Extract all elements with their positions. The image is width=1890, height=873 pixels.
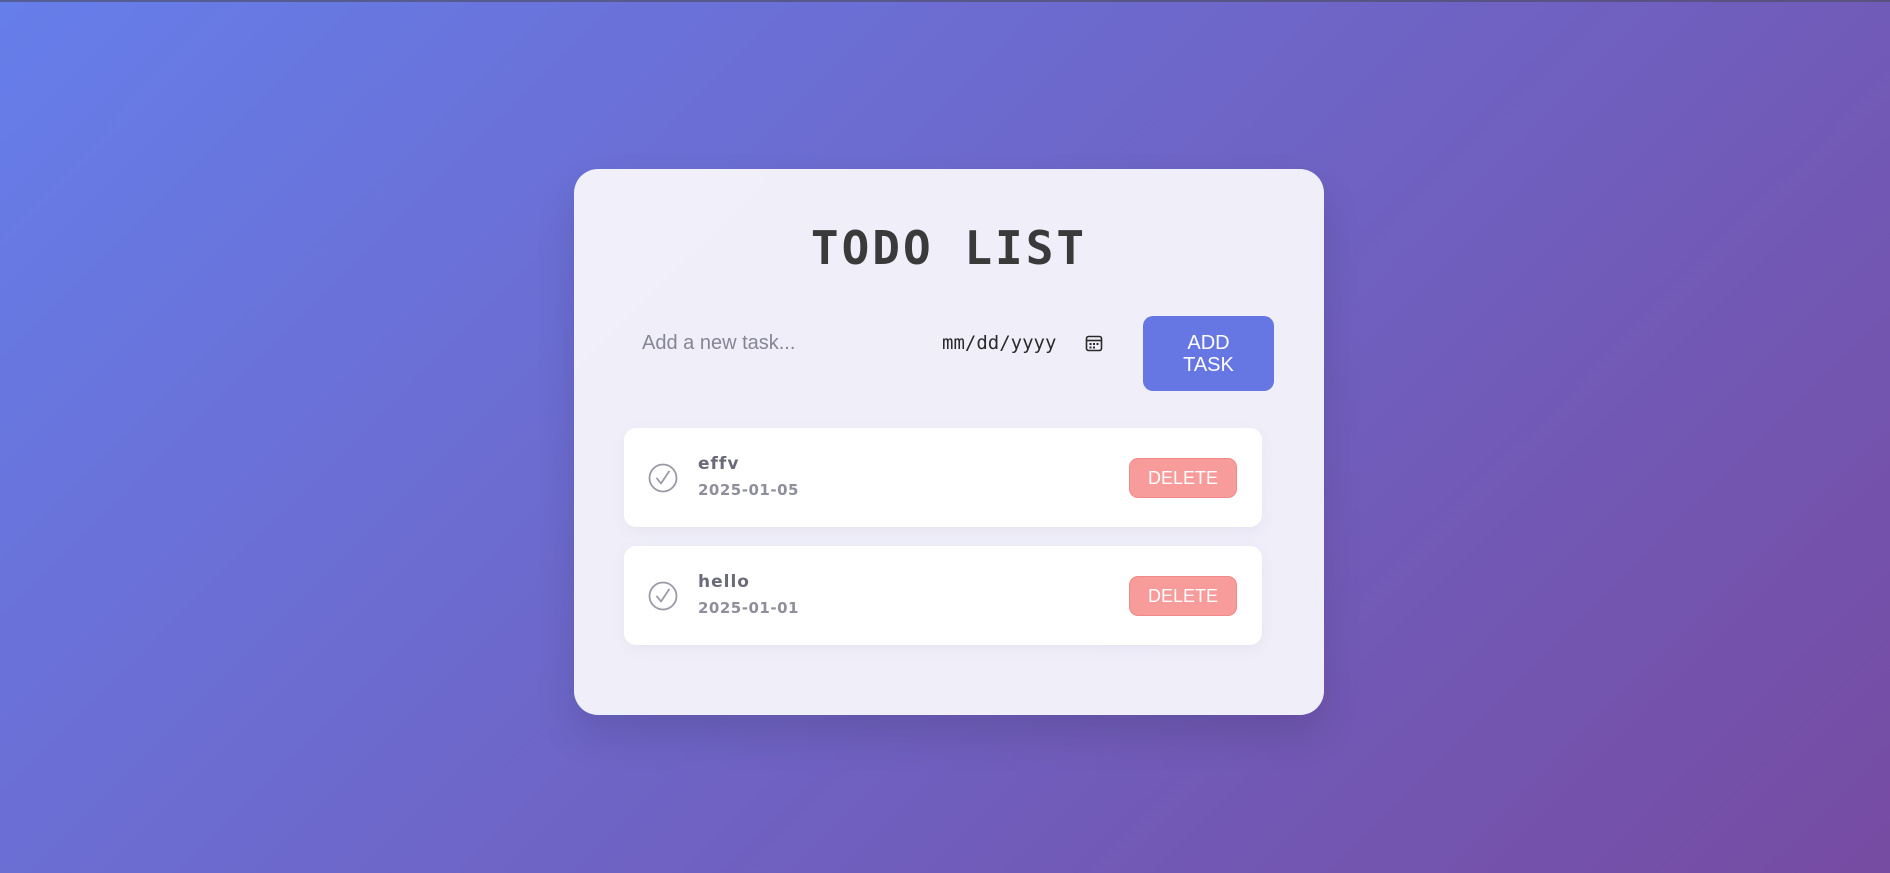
page-title: TODO LIST xyxy=(810,221,1088,275)
task-input[interactable] xyxy=(624,314,894,372)
task-text: effv 2025-01-05 xyxy=(698,454,799,499)
delete-button[interactable]: DELETE xyxy=(1129,458,1237,498)
task-item: effv 2025-01-05 DELETE xyxy=(624,428,1262,527)
check-circle-icon[interactable] xyxy=(648,581,678,611)
calendar-icon[interactable] xyxy=(1084,333,1104,353)
task-date: 2025-01-05 xyxy=(698,481,799,499)
task-list: effv 2025-01-05 DELETE hello 2025-01-01 … xyxy=(624,428,1262,664)
task-title: effv xyxy=(698,454,740,474)
task-item: hello 2025-01-01 DELETE xyxy=(624,546,1262,645)
top-border xyxy=(0,0,1890,2)
task-title: hello xyxy=(698,572,750,592)
todo-card: TODO LIST mm/dd/yyyy ADD TASK effv 2025-… xyxy=(574,169,1324,715)
delete-button[interactable]: DELETE xyxy=(1129,576,1237,616)
check-circle-icon[interactable] xyxy=(648,463,678,493)
date-placeholder: mm/dd/yyyy xyxy=(942,332,1057,354)
task-date: 2025-01-01 xyxy=(698,599,799,617)
date-input[interactable]: mm/dd/yyyy xyxy=(934,314,1144,372)
task-text: hello 2025-01-01 xyxy=(698,572,799,617)
add-task-button[interactable]: ADD TASK xyxy=(1143,316,1274,391)
